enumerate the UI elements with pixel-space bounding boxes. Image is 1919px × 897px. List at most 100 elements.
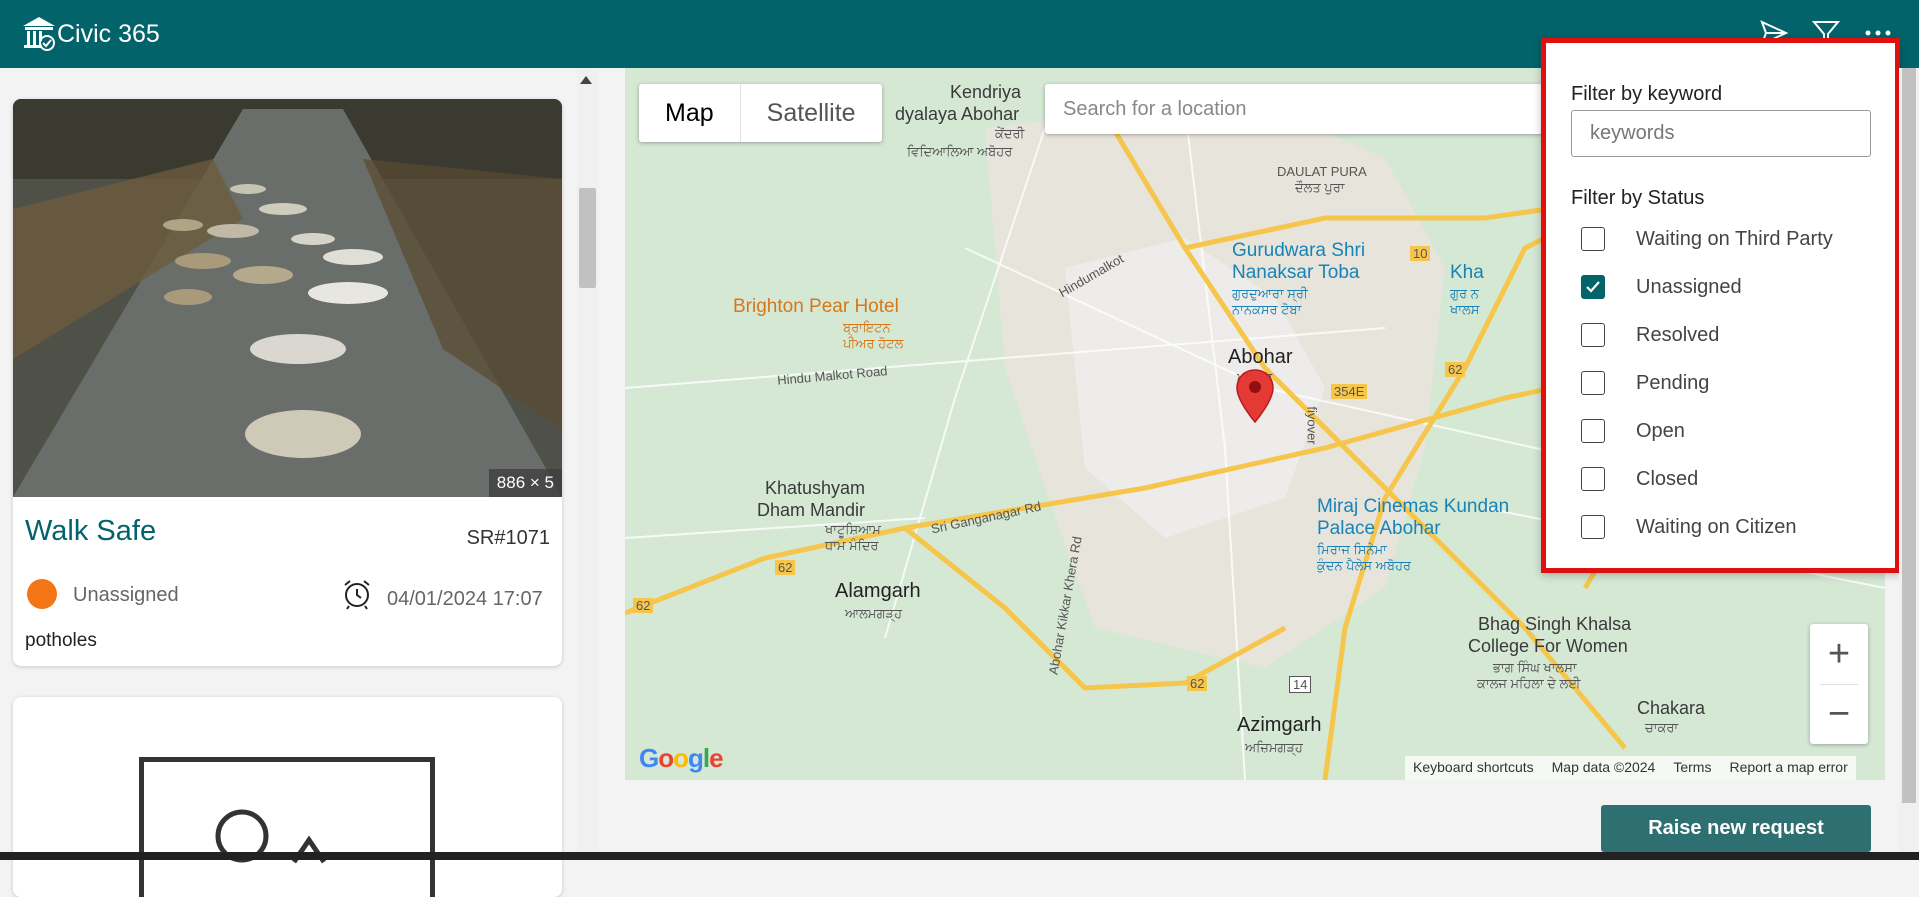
status-filter-option[interactable]: Pending bbox=[1581, 368, 1709, 398]
map-label: Kendriya bbox=[950, 82, 1022, 102]
map-label: ਨਾਨਕਸਰ ਟੋਬਾ bbox=[1232, 302, 1302, 317]
map-label: ਗੁਰਦੁਆਰਾ ਸ੍ਰੀ bbox=[1232, 286, 1308, 301]
map-label: Miraj Cinemas Kundan bbox=[1317, 496, 1510, 517]
map-label: fiyover bbox=[1304, 406, 1320, 445]
route-shield: 62 bbox=[775, 560, 796, 575]
zoom-controls: + − bbox=[1810, 624, 1868, 744]
map-label: ਧਾਮ ਮੰਦਿਰ bbox=[825, 538, 879, 553]
checkbox-icon[interactable] bbox=[1581, 227, 1605, 251]
map-label: Brighton Pear Hotel bbox=[733, 296, 899, 317]
keyword-input[interactable] bbox=[1571, 110, 1871, 157]
route-shield: 354E bbox=[1331, 384, 1368, 399]
image-dimensions: 886 × 5 bbox=[488, 469, 562, 497]
request-card[interactable] bbox=[13, 697, 562, 897]
request-category: potholes bbox=[25, 630, 97, 651]
map-label: Palace Abohar bbox=[1317, 518, 1441, 539]
status-filter-option[interactable]: Resolved bbox=[1581, 320, 1719, 350]
map-label: ਕਾਲਜ ਮਹਿਲਾ ਦੇ ਲਈ bbox=[1477, 676, 1581, 691]
route-shield: 14 bbox=[1289, 676, 1312, 693]
map-label: ਗੁਰ ਨ bbox=[1450, 286, 1479, 301]
report-map-error-link[interactable]: Report a map error bbox=[1729, 759, 1847, 777]
filter-panel: Filter by keyword Filter by Status Waiti… bbox=[1541, 38, 1900, 573]
map-label: ਅਜ਼ਿਮਗੜ੍ਹ bbox=[1245, 740, 1303, 755]
request-number: SR#1071 bbox=[466, 527, 550, 549]
map-label: Khatushyam bbox=[765, 478, 866, 498]
page-scroll-thumb[interactable] bbox=[1902, 68, 1916, 803]
page-scrollbar[interactable] bbox=[1899, 68, 1919, 860]
scroll-up-arrow-icon[interactable] bbox=[580, 76, 592, 84]
checkbox-checked-icon[interactable] bbox=[1581, 275, 1605, 299]
request-title[interactable]: Walk Safe bbox=[25, 515, 156, 548]
location-pin-icon[interactable] bbox=[1235, 368, 1275, 424]
filter-status-heading: Filter by Status bbox=[1571, 187, 1705, 209]
zoom-out-button[interactable]: − bbox=[1810, 684, 1868, 744]
request-photo: 886 × 5 bbox=[13, 99, 562, 497]
map-label: Abohar bbox=[1228, 346, 1293, 368]
checkbox-icon[interactable] bbox=[1581, 371, 1605, 395]
map-label: ਖਾਟੂਸ਼ਿਆਮ bbox=[825, 522, 881, 537]
request-list: 886 × 5 Walk Safe SR#1071 Unassigned 04/… bbox=[0, 68, 600, 897]
status-filter-label: Resolved bbox=[1636, 323, 1720, 346]
map-label: Nanaksar Toba bbox=[1232, 262, 1360, 283]
route-shield: 62 bbox=[1187, 676, 1208, 691]
terms-link[interactable]: Terms bbox=[1673, 759, 1711, 777]
map-label: Dham Mandir bbox=[757, 500, 866, 520]
checkbox-icon[interactable] bbox=[1581, 515, 1605, 539]
google-logo: Google bbox=[639, 743, 724, 773]
map-label: Azimgarh bbox=[1237, 714, 1322, 736]
map-label: ਕੁੰਦਨ ਪੈਲੇਸ ਅਬੋਹਰ bbox=[1317, 558, 1411, 573]
map-label: dyalaya Abohar bbox=[895, 104, 1020, 124]
route-shield: 62 bbox=[1445, 362, 1466, 377]
pothole-road-image bbox=[13, 99, 562, 497]
request-datetime: 04/01/2024 17:07 bbox=[387, 588, 543, 610]
filter-keyword-heading: Filter by keyword bbox=[1571, 83, 1723, 105]
map-label: College For Women bbox=[1468, 636, 1628, 656]
map-attribution: Keyboard shortcuts Map data ©2024 Terms … bbox=[1405, 756, 1856, 780]
map-label: Alamgarh bbox=[835, 580, 921, 602]
map-label: Bhag Singh Khalsa bbox=[1478, 614, 1632, 634]
map-label: ਕੇਂਦਰੀ bbox=[995, 126, 1025, 141]
status-filter-option[interactable]: Closed bbox=[1581, 464, 1698, 494]
status-filter-option[interactable]: Open bbox=[1581, 416, 1685, 446]
map-label: ਚਾਕਰਾ bbox=[1645, 720, 1679, 735]
keyboard-shortcuts-link[interactable]: Keyboard shortcuts bbox=[1413, 759, 1534, 777]
image-placeholder-icon bbox=[139, 757, 435, 897]
map-label: Chakara bbox=[1637, 698, 1706, 718]
map-label: ਮਿਰਾਜ ਸਿਨੇਮਾ bbox=[1317, 542, 1387, 557]
status-filter-option[interactable]: Waiting on Citizen bbox=[1581, 512, 1796, 542]
map-label: ਖਾਲਸ bbox=[1450, 302, 1480, 317]
scroll-thumb[interactable] bbox=[579, 188, 596, 288]
checkbox-icon[interactable] bbox=[1581, 467, 1605, 491]
map-label: ਬ੍ਰਾਇਟਨ bbox=[843, 320, 891, 335]
status-filter-option[interactable]: Unassigned bbox=[1581, 272, 1742, 302]
map-label: ਆਲਮਗੜ੍ਹ bbox=[845, 606, 903, 621]
status-filter-label: Pending bbox=[1636, 371, 1710, 394]
app-title: Civic 365 bbox=[57, 20, 160, 48]
tab-map[interactable]: Map bbox=[639, 84, 741, 142]
bottom-bar bbox=[0, 852, 1919, 860]
status-filter-option[interactable]: Waiting on Third Party bbox=[1581, 224, 1833, 254]
zoom-in-button[interactable]: + bbox=[1810, 624, 1868, 684]
route-shield: 62 bbox=[633, 598, 654, 613]
tab-satellite[interactable]: Satellite bbox=[741, 84, 882, 142]
map-label: Gurudwara Shri bbox=[1232, 240, 1366, 261]
map-type-toggle: Map Satellite bbox=[639, 84, 882, 142]
status-filter-label: Waiting on Third Party bbox=[1636, 227, 1833, 250]
alarm-clock-icon bbox=[344, 580, 370, 610]
map-data-text: Map data ©2024 bbox=[1551, 759, 1656, 775]
request-card[interactable]: 886 × 5 Walk Safe SR#1071 Unassigned 04/… bbox=[13, 99, 562, 666]
location-search-input[interactable]: Search for a location bbox=[1045, 84, 1585, 134]
status-filter-label: Open bbox=[1636, 419, 1685, 442]
status-filter-label: Closed bbox=[1636, 467, 1699, 490]
map-label: ਵਿਦਿਆਲਿਆ ਅਬੋਹਰ bbox=[907, 144, 1013, 159]
civic-building-icon bbox=[23, 17, 55, 51]
list-scrollbar[interactable] bbox=[577, 68, 598, 860]
status-filter-label: Unassigned bbox=[1636, 275, 1742, 298]
checkbox-icon[interactable] bbox=[1581, 323, 1605, 347]
route-shield: 10 bbox=[1410, 246, 1431, 261]
status-indicator bbox=[27, 579, 57, 609]
map-label: Kha bbox=[1450, 262, 1484, 283]
checkbox-icon[interactable] bbox=[1581, 419, 1605, 443]
map-label: ਭਾਗ ਸਿੰਘ ਖਾਲਸਾ bbox=[1493, 660, 1577, 675]
raise-new-request-button[interactable]: Raise new request bbox=[1601, 805, 1871, 852]
